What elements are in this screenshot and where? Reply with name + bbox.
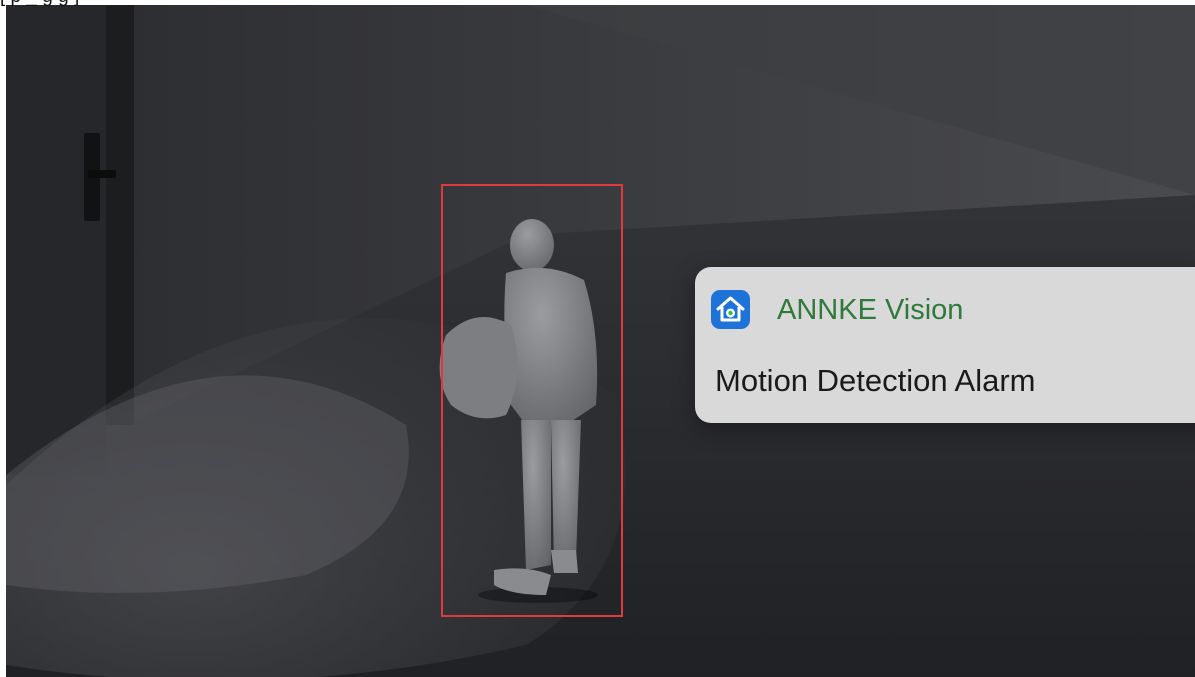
motion-alert-notification[interactable]: ANNKE Vision Motion Detection Alarm	[695, 267, 1195, 423]
door-frame	[106, 5, 134, 425]
cropped-caption-text: [ p _ g g ]	[0, 0, 79, 8]
door-handle	[88, 170, 116, 178]
notification-app-name: ANNKE Vision	[777, 294, 964, 326]
home-camera-icon	[711, 290, 750, 329]
door-panel	[6, 5, 106, 475]
screenshot-frame: [ p _ g g ]	[0, 0, 1195, 677]
notification-message: Motion Detection Alarm	[715, 363, 1036, 398]
